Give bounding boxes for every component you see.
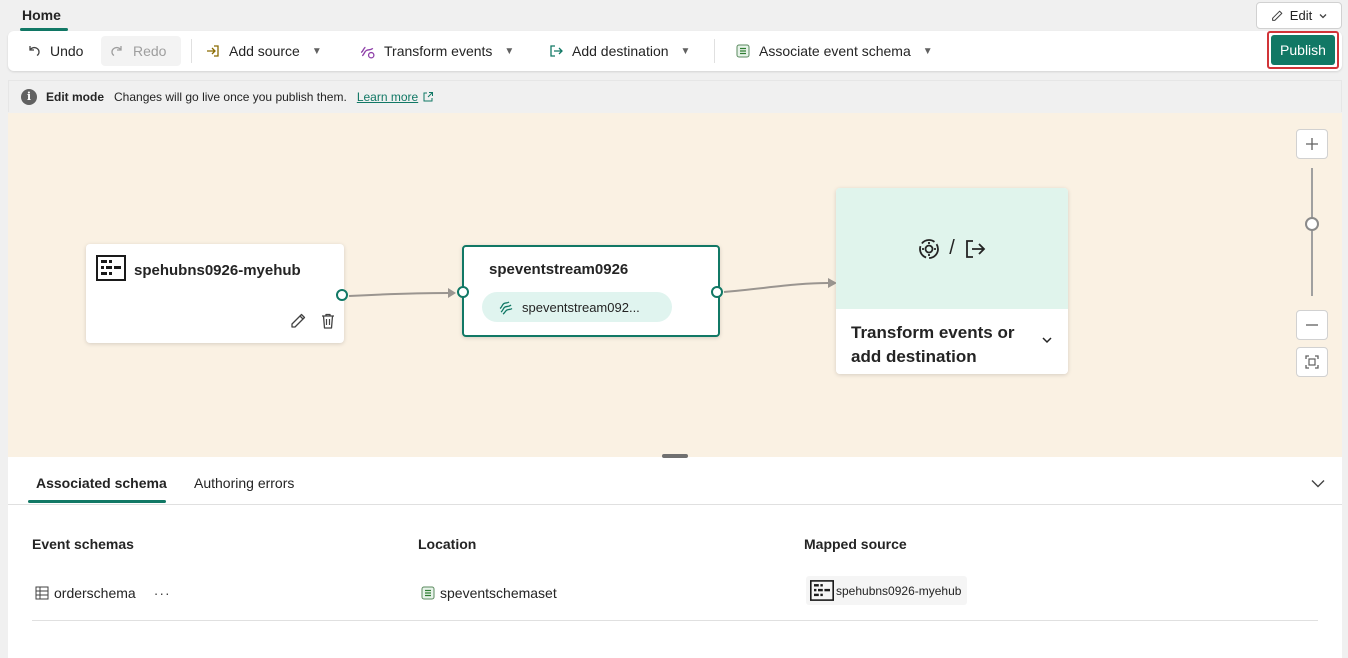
transform-events-button[interactable]: Transform events ▼ (351, 36, 522, 66)
destination-separator: / (949, 237, 955, 259)
tab-home[interactable]: Home (22, 7, 61, 23)
redo-button[interactable]: Redo (101, 36, 181, 66)
more-options-icon[interactable]: ··· (154, 585, 171, 601)
eventstream-pill-label: speventstream092... (522, 299, 640, 315)
redo-label: Redo (133, 43, 167, 59)
schema-name[interactable]: orderschema (54, 585, 136, 601)
transform-gear-icon (919, 238, 940, 259)
toolbar-divider (714, 39, 715, 63)
toolbar: Undo Redo Add source ▼ Transform events … (8, 31, 1342, 71)
chevron-down-icon: ▼ (680, 45, 691, 57)
destination-label: Transform events or add destination (851, 323, 1015, 366)
publish-button[interactable]: Publish (1271, 35, 1335, 65)
destination-exit-icon (965, 239, 986, 258)
source-output-port[interactable] (336, 289, 348, 301)
destination-dropdown[interactable]: Transform events or add destination (836, 309, 1068, 374)
table-row-schema-cell[interactable]: orderschema ··· (34, 585, 171, 601)
info-icon: i (21, 88, 37, 105)
eventstream-output-port[interactable] (711, 286, 723, 298)
schema-set-icon (421, 586, 435, 600)
pencil-icon (1271, 10, 1283, 21)
fit-view-icon (1305, 355, 1319, 369)
panel-divider (8, 504, 1342, 505)
learn-more-link[interactable]: Learn more (357, 90, 418, 104)
undo-icon (29, 46, 40, 57)
delete-trash-icon[interactable] (318, 311, 338, 331)
redo-icon (111, 46, 122, 57)
column-header-location: Location (418, 536, 477, 552)
tab-authoring-errors[interactable]: Authoring errors (194, 475, 294, 491)
destination-placeholder-node[interactable]: / Transform events or add destination (836, 188, 1068, 374)
source-node[interactable]: spehubns0926-myehub (86, 244, 344, 343)
external-link-icon (423, 91, 434, 101)
undo-label: Undo (50, 43, 84, 59)
edit-mode-label: Edit (1289, 8, 1313, 23)
bottom-panel: Associated schema Authoring errors Event… (8, 454, 1342, 658)
zoom-in-button[interactable] (1296, 129, 1328, 159)
chevron-down-icon (1042, 337, 1052, 344)
undo-button[interactable]: Undo (18, 36, 91, 66)
add-source-label: Add source (229, 43, 300, 59)
transform-events-icon (360, 46, 375, 59)
infobar-title: Edit mode (46, 89, 105, 104)
mapped-source-chip: spehubns0926-myehub (806, 576, 968, 605)
chevron-down-icon: ▼ (922, 45, 933, 57)
event-hub-icon (96, 255, 126, 281)
eventstream-canvas[interactable]: spehubns0926-myehub speventstream0926 sp… (8, 113, 1342, 457)
edit-mode-dropdown[interactable]: Edit (1256, 2, 1342, 29)
panel-resize-handle[interactable] (662, 454, 688, 458)
column-header-mapped-source: Mapped source (804, 536, 907, 552)
associate-event-schema-button[interactable]: Associate event schema ▼ (727, 36, 941, 66)
eventstream-input-port[interactable] (457, 286, 469, 298)
chevron-down-icon (1319, 13, 1327, 18)
ribbon-tab-strip: Home Edit (0, 0, 1348, 32)
source-node-title: spehubns0926-myehub (134, 262, 301, 279)
eventstream-pill[interactable]: speventstream092... (482, 292, 672, 322)
add-destination-label: Add destination (572, 43, 669, 59)
zoom-out-button[interactable] (1296, 310, 1328, 340)
chevron-down-icon: ▼ (311, 45, 322, 57)
tab-associated-schema-indicator (28, 500, 166, 503)
schema-set-icon (736, 44, 750, 58)
add-source-button[interactable]: Add source ▼ (197, 36, 330, 66)
eventstream-node-title: speventstream0926 (489, 261, 629, 278)
toolbar-divider (191, 39, 192, 63)
event-hub-icon (810, 580, 834, 601)
transform-events-label: Transform events (384, 43, 493, 59)
collapse-panel-chevron-icon[interactable] (1310, 475, 1326, 491)
connector-arrow (448, 288, 456, 298)
add-destination-button[interactable]: Add destination ▼ (540, 36, 698, 66)
zoom-slider-thumb[interactable] (1305, 217, 1319, 231)
column-header-event-schemas: Event schemas (32, 536, 134, 552)
chevron-down-icon: ▼ (504, 45, 515, 57)
eventstream-node[interactable]: speventstream0926 speventstream092... (462, 245, 720, 337)
location-name: speventschemaset (440, 585, 557, 601)
tab-associated-schema[interactable]: Associated schema (36, 475, 167, 491)
edit-pencil-icon[interactable] (288, 311, 308, 331)
destination-icon-area: / (836, 188, 1068, 309)
add-source-icon (207, 45, 219, 57)
connector-stream-to-destination (723, 282, 829, 293)
plus-icon (1306, 138, 1318, 150)
source-node-actions (288, 311, 338, 331)
zoom-slider-track[interactable] (1311, 168, 1313, 296)
table-row-divider (32, 620, 1318, 621)
table-row-location-cell: speventschemaset (420, 585, 557, 601)
edit-mode-infobar: i Edit mode Changes will go live once yo… (8, 80, 1342, 112)
fit-to-view-button[interactable] (1296, 347, 1328, 377)
eventstream-icon (499, 301, 513, 315)
minus-icon (1306, 324, 1318, 326)
mapped-source-name: spehubns0926-myehub (836, 583, 962, 598)
connector-source-to-stream (348, 292, 449, 297)
schema-table-icon (35, 586, 49, 600)
add-destination-icon (550, 45, 563, 57)
associate-event-schema-label: Associate event schema (759, 43, 911, 59)
infobar-message: Changes will go live once you publish th… (114, 89, 347, 104)
